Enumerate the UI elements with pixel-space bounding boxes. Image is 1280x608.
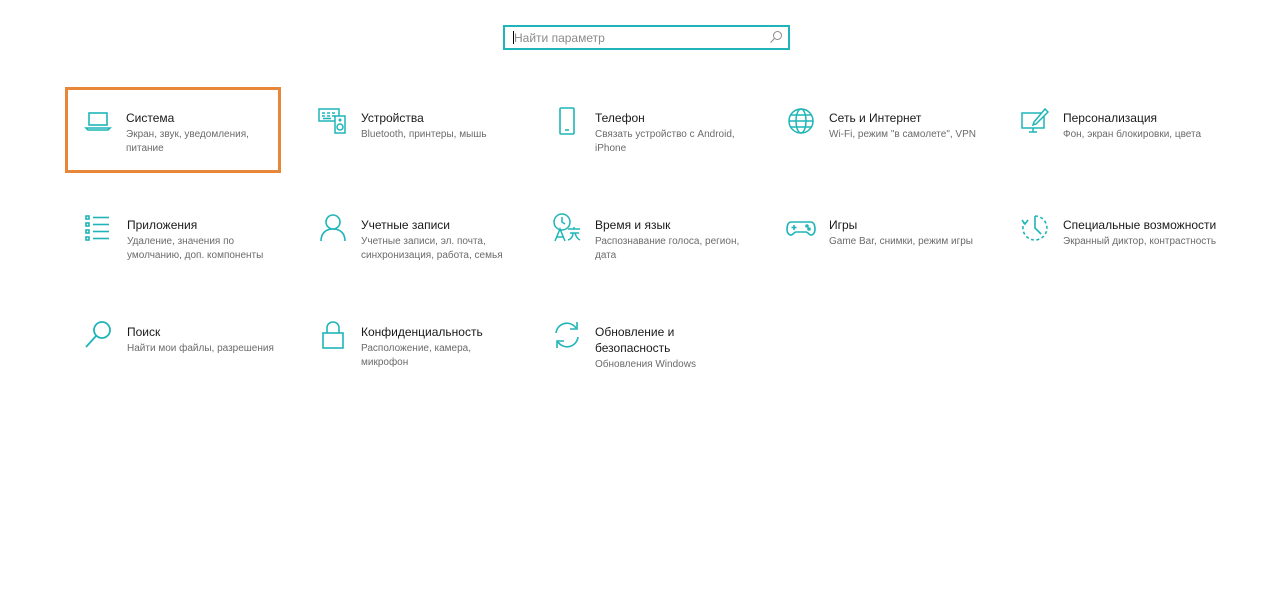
- tile-title: Сеть и Интернет: [829, 111, 922, 125]
- search-icon[interactable]: [769, 30, 783, 44]
- tile-title: Обновление и безопасность: [595, 325, 675, 355]
- time-language-icon: [551, 212, 583, 244]
- tile-description: Экранный диктор, контрастность: [1063, 236, 1217, 247]
- tile-title: Персонализация: [1063, 111, 1158, 125]
- gamepad-icon: [785, 212, 817, 244]
- apps-list-icon: [83, 212, 115, 244]
- tile-description: Удаление, значения по умолчанию, доп. ко…: [127, 236, 264, 261]
- ease-of-access-icon: [1019, 212, 1051, 244]
- tile-title: Поиск: [127, 325, 161, 339]
- tile-description: Расположение, камера, микрофон: [361, 343, 472, 368]
- tile-description: Распознавание голоса, регион, дата: [595, 236, 740, 261]
- search-input[interactable]: [505, 27, 764, 48]
- tile-description: Фон, экран блокировки, цвета: [1063, 129, 1202, 140]
- devices-icon: [317, 105, 349, 137]
- tile-description: Bluetooth, принтеры, мышь: [361, 129, 487, 140]
- search-box[interactable]: [503, 25, 790, 50]
- tile-network[interactable]: Сеть и Интернет Wi-Fi, режим "в самолете…: [768, 87, 988, 167]
- tile-title: Телефон: [595, 111, 645, 125]
- magnifier-icon: [83, 319, 115, 351]
- tile-search[interactable]: Поиск Найти мои файлы, разрешения: [66, 301, 286, 381]
- tile-system[interactable]: Система Экран, звук, уведомления, питани…: [65, 87, 281, 173]
- tile-title: Игры: [829, 218, 858, 232]
- tile-title: Время и язык: [595, 218, 671, 232]
- text-caret: [513, 31, 514, 44]
- tile-gaming[interactable]: Игры Game Bar, снимки, режим игры: [768, 194, 988, 274]
- globe-icon: [785, 105, 817, 137]
- tile-description: Экран, звук, уведомления, питание: [126, 129, 249, 154]
- tile-title: Учетные записи: [361, 218, 450, 232]
- tile-title: Конфиденциальность: [361, 325, 483, 339]
- phone-icon: [551, 105, 583, 137]
- tile-privacy[interactable]: Конфиденциальность Расположение, камера,…: [300, 301, 520, 381]
- tile-phone[interactable]: Телефон Связать устройство с Android, iP…: [534, 87, 754, 167]
- personalization-icon: [1019, 105, 1051, 137]
- tile-accounts[interactable]: Учетные записи Учетные записи, эл. почта…: [300, 194, 520, 274]
- tile-title: Приложения: [127, 218, 198, 232]
- laptop-icon: [82, 105, 114, 137]
- lock-icon: [317, 319, 349, 351]
- tile-title: Система: [126, 111, 175, 125]
- person-icon: [317, 212, 349, 244]
- tile-time-language[interactable]: Время и язык Распознавание голоса, регио…: [534, 194, 754, 274]
- tile-description: Связать устройство с Android, iPhone: [595, 129, 735, 154]
- tile-description: Учетные записи, эл. почта, синхронизация…: [361, 236, 503, 261]
- tile-description: Обновления Windows: [595, 359, 696, 370]
- tile-description: Wi-Fi, режим "в самолете", VPN: [829, 129, 976, 140]
- tile-description: Найти мои файлы, разрешения: [127, 343, 274, 354]
- tile-title: Устройства: [361, 111, 424, 125]
- tile-ease-of-access[interactable]: Специальные возможности Экранный диктор,…: [1002, 194, 1222, 274]
- tile-update-security[interactable]: Обновление и безопасность Обновления Win…: [534, 301, 754, 381]
- tile-personalization[interactable]: Персонализация Фон, экран блокировки, цв…: [1002, 87, 1222, 167]
- tile-description: Game Bar, снимки, режим игры: [829, 236, 973, 247]
- tile-apps[interactable]: Приложения Удаление, значения по умолчан…: [66, 194, 286, 274]
- tile-title: Специальные возможности: [1063, 218, 1217, 232]
- tile-devices[interactable]: Устройства Bluetooth, принтеры, мышь: [300, 87, 520, 167]
- update-sync-icon: [551, 319, 583, 351]
